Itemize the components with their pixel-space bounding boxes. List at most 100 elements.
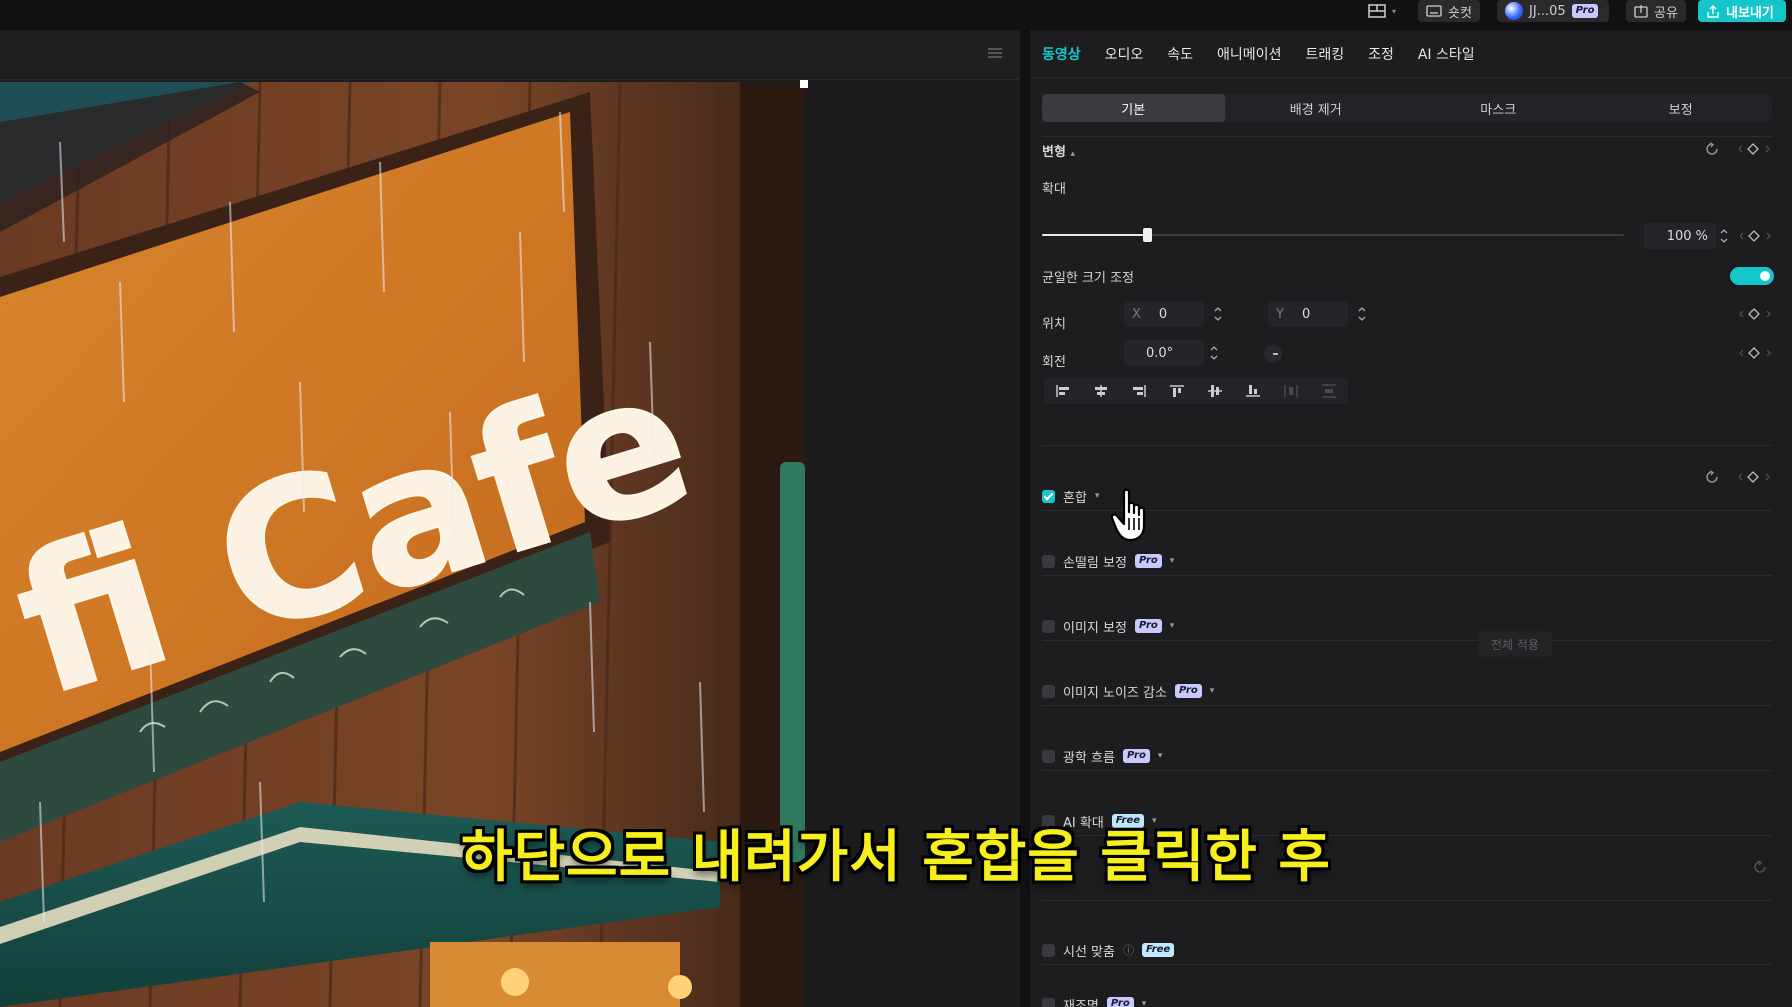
reset-icon[interactable]	[1706, 470, 1718, 483]
align-left-icon	[1056, 385, 1069, 397]
tab-speed[interactable]: 속도	[1167, 44, 1193, 64]
pro-badge: Pro	[1122, 749, 1150, 763]
align-bottom-icon	[1246, 385, 1260, 397]
rotation-keyframe-controls	[1739, 347, 1771, 359]
subtab-basic[interactable]: 기본	[1042, 94, 1225, 122]
rotation-stepper[interactable]	[1208, 342, 1220, 364]
align-bottom-button[interactable]	[1234, 378, 1272, 404]
position-label: 위치	[1042, 317, 1066, 332]
blend-checkbox[interactable]	[1042, 489, 1055, 503]
keyframe-icon[interactable]	[1748, 230, 1760, 242]
keyframe-icon[interactable]	[1748, 347, 1760, 359]
layout-button[interactable]: ▾	[1360, 0, 1404, 22]
divider	[1042, 136, 1772, 137]
pro-badge: Pro	[1134, 554, 1162, 568]
subtab-correction[interactable]: 보정	[1590, 94, 1773, 122]
position-y-field[interactable]: Y 0	[1268, 301, 1348, 327]
scale-slider[interactable]	[1042, 228, 1624, 242]
avatar	[1505, 2, 1523, 20]
y-axis-label: Y	[1276, 306, 1284, 322]
subtab-remove-bg[interactable]: 배경 제거	[1225, 94, 1408, 122]
reset-icon[interactable]	[1706, 142, 1718, 155]
free-badge: Free	[1141, 943, 1175, 957]
main-tabs: 동영상 오디오 속도 애니메이션 트래킹 조정 AI 스타일	[1030, 30, 1792, 78]
position-x-value: 0	[1158, 306, 1168, 322]
keyboard-icon	[1426, 5, 1442, 17]
top-bar: ▾ 숏컷 JJ...05 Pro 공유 내보내기	[0, 0, 1792, 30]
caption-subtitle: 하단으로 내려가서 혼합을 클릭한 후	[461, 825, 1331, 890]
position-keyframe-controls	[1739, 308, 1771, 320]
pro-badge: Pro	[1134, 619, 1162, 633]
export-button[interactable]: 내보내기	[1698, 0, 1786, 22]
subtab-mask[interactable]: 마스크	[1407, 94, 1590, 122]
scale-value-field[interactable]: 100 %	[1644, 223, 1716, 249]
position-x-field[interactable]: X 0	[1124, 301, 1204, 327]
stabilize-checkbox[interactable]	[1042, 554, 1055, 568]
uniform-scale-label: 균일한 크기 조정	[1042, 271, 1134, 286]
distribute-h-icon	[1284, 385, 1298, 397]
tab-animation[interactable]: 애니메이션	[1217, 44, 1281, 64]
scale-slider-thumb[interactable]	[1142, 228, 1152, 242]
chevron-up-icon: ▴	[1070, 149, 1075, 159]
eye-contact-checkbox[interactable]	[1042, 943, 1055, 957]
uniform-scale-toggle[interactable]	[1730, 267, 1774, 285]
noise-reduction-checkbox[interactable]	[1042, 684, 1055, 698]
tab-video[interactable]: 동영상	[1042, 44, 1081, 64]
optical-flow-checkbox[interactable]	[1042, 749, 1055, 763]
rotation-dial-icon[interactable]	[1262, 343, 1284, 365]
share-button[interactable]: 공유	[1626, 0, 1686, 22]
tab-adjust[interactable]: 조정	[1368, 44, 1394, 64]
relight-checkbox[interactable]	[1042, 997, 1055, 1007]
divider	[1042, 575, 1772, 576]
alignment-toolbar	[1044, 378, 1348, 404]
frame-handle[interactable]	[800, 80, 808, 88]
noise-reduction-label: 이미지 노이즈 감소	[1063, 685, 1167, 701]
blend-label: 혼합	[1063, 490, 1087, 506]
align-middle-button[interactable]	[1196, 378, 1234, 404]
align-right-button[interactable]	[1120, 378, 1158, 404]
image-enhance-checkbox[interactable]	[1042, 619, 1055, 633]
keyframe-icon[interactable]	[1748, 308, 1760, 320]
rotation-field[interactable]: 0.0°	[1124, 340, 1204, 366]
position-y-stepper[interactable]	[1356, 303, 1368, 325]
pro-badge: Pro	[1174, 684, 1202, 698]
x-axis-label: X	[1132, 306, 1141, 322]
menu-icon[interactable]	[986, 44, 1004, 62]
align-left-button[interactable]	[1044, 378, 1082, 404]
distribute-h-button[interactable]	[1272, 378, 1310, 404]
layout-icon	[1368, 4, 1386, 18]
scale-keyframe-controls	[1739, 230, 1771, 242]
tab-tracking[interactable]: 트래킹	[1305, 44, 1344, 64]
scale-stepper[interactable]	[1718, 225, 1730, 247]
user-account-button[interactable]: JJ...05 Pro	[1497, 0, 1609, 22]
optical-flow-label: 광학 흐름	[1063, 750, 1115, 766]
section-relight[interactable]: 재조명 Pro ▾	[1042, 984, 1772, 1007]
apply-all-button[interactable]: 전체 적용	[1478, 631, 1552, 657]
chevron-down-icon: ▾	[1169, 556, 1175, 566]
upload-icon	[1707, 5, 1719, 18]
align-top-button[interactable]	[1158, 378, 1196, 404]
tab-ai-style[interactable]: AI 스타일	[1418, 44, 1475, 64]
align-center-h-icon	[1095, 385, 1107, 397]
sub-tabs: 기본 배경 제거 마스크 보정	[1042, 94, 1772, 122]
scale-label: 확대	[1042, 182, 1066, 197]
chevron-down-icon: ▾	[1169, 621, 1175, 631]
stabilize-label: 손떨림 보정	[1063, 555, 1127, 571]
align-center-h-button[interactable]	[1082, 378, 1120, 404]
align-middle-icon	[1208, 385, 1222, 397]
divider	[1042, 640, 1772, 641]
transform-keyframe-controls	[1706, 142, 1770, 155]
distribute-v-button[interactable]	[1310, 378, 1348, 404]
scale-slider-fill	[1042, 234, 1147, 236]
align-top-icon	[1170, 385, 1184, 397]
pro-badge: Pro	[1571, 4, 1599, 18]
shortcut-button[interactable]: 숏컷	[1418, 0, 1480, 22]
divider	[1042, 705, 1772, 706]
share-label: 공유	[1654, 5, 1678, 21]
position-x-stepper[interactable]	[1212, 303, 1224, 325]
chevron-down-icon: ▾	[1209, 686, 1215, 696]
info-icon[interactable]: ⓘ	[1123, 942, 1134, 958]
transform-title[interactable]: 변형 ▴	[1042, 141, 1075, 160]
distribute-v-icon	[1322, 384, 1336, 398]
tab-audio[interactable]: 오디오	[1105, 44, 1144, 64]
